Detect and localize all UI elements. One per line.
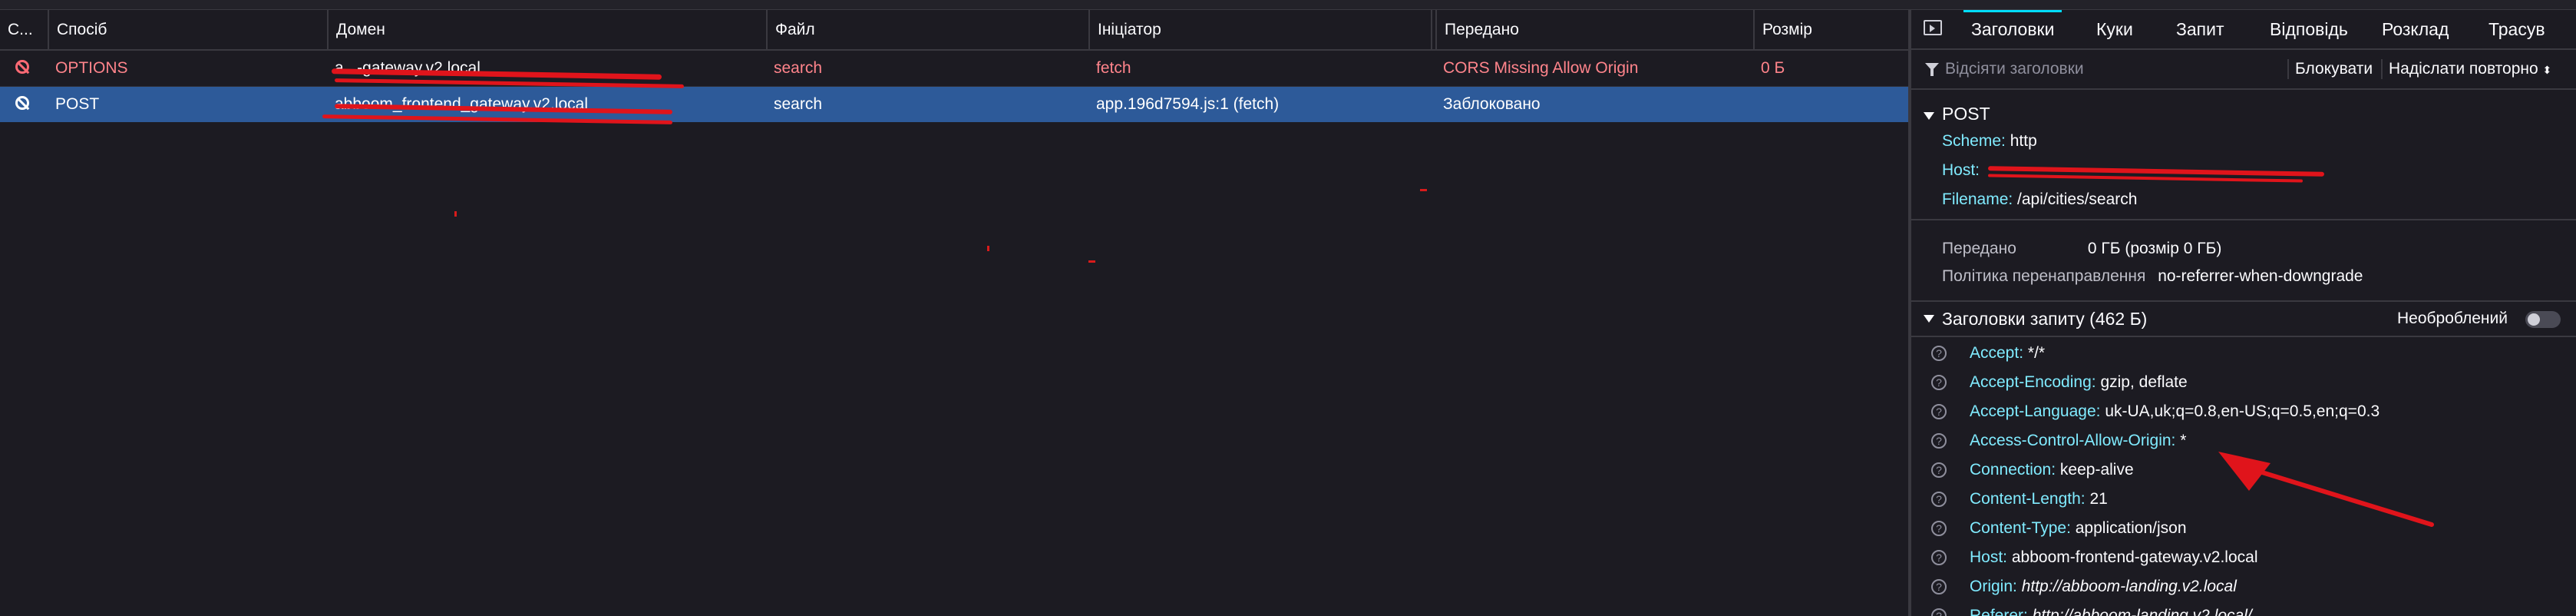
- request-headers-title: Заголовки запиту (462 Б): [1942, 309, 2148, 329]
- column-status[interactable]: С...: [0, 10, 48, 49]
- resend-button[interactable]: Надіслати повторно ⬍: [2389, 50, 2551, 89]
- help-icon[interactable]: ?: [1931, 375, 1947, 390]
- request-size: [1753, 87, 1908, 122]
- dropdown-arrows-icon: ⬍: [2542, 64, 2552, 76]
- tab-headers[interactable]: Заголовки: [1963, 10, 2062, 48]
- raw-toggle-label: Необроблений: [2397, 310, 2508, 327]
- summary-toggle[interactable]: POST: [1924, 101, 1990, 127]
- stray-mark: [987, 246, 989, 251]
- table-header: С... Спосіб Домен Файл Ініціатор Передан…: [0, 10, 1908, 51]
- request-method: OPTIONS: [55, 59, 128, 77]
- column-file[interactable]: Файл: [766, 10, 1088, 49]
- request-initiator[interactable]: fetch: [1088, 51, 1432, 86]
- column-size[interactable]: Розмір: [1753, 10, 1908, 49]
- divider: [2381, 59, 2383, 79]
- summary-scheme: Scheme: http: [1942, 132, 2037, 150]
- summary-method: POST: [1942, 104, 1990, 124]
- headers-filter-input[interactable]: Відсіяти заголовки: [1945, 50, 2084, 88]
- tab-stack-trace[interactable]: Трасув: [2488, 10, 2545, 48]
- request-details-panel: Заголовки Куки Запит Відповідь Розклад Т…: [1911, 10, 2576, 616]
- collapse-triangle-icon: [1924, 315, 1934, 323]
- request-file: search: [774, 59, 823, 77]
- blocked-icon: [15, 60, 29, 74]
- tab-response[interactable]: Відповідь: [2270, 10, 2348, 48]
- resend-button-label: Надіслати повторно: [2389, 60, 2538, 78]
- network-request-list: С... Спосіб Домен Файл Ініціатор Передан…: [0, 10, 1908, 616]
- request-initiator[interactable]: app.196d7594.js:1 (fetch): [1088, 87, 1432, 122]
- divider: [2287, 59, 2289, 79]
- column-transferred[interactable]: Передано: [1435, 10, 1753, 49]
- request-transferred: CORS Missing Allow Origin: [1443, 59, 1639, 77]
- headers-filter-bar: Відсіяти заголовки Блокувати Надіслати п…: [1911, 50, 2576, 90]
- summary-filename: Filename: /api/cities/search: [1942, 190, 2138, 208]
- help-icon[interactable]: ?: [1931, 550, 1947, 565]
- block-button[interactable]: Блокувати: [2295, 50, 2373, 88]
- help-icon[interactable]: ?: [1931, 579, 1947, 594]
- referrer-policy-row: Політика перенаправлення no-referrer-whe…: [1942, 267, 2363, 285]
- request-size: 0 Б: [1761, 59, 1785, 77]
- request-headers-header[interactable]: Заголовки запиту (462 Б) Необроблений: [1911, 302, 2576, 337]
- filter-icon-stem: [1930, 69, 1934, 76]
- toggle-sidebar-icon[interactable]: [1924, 20, 1942, 35]
- stray-mark: [1420, 189, 1427, 191]
- table-row[interactable]: OPTIONS a...-gateway.v2.local search fet…: [0, 51, 1908, 87]
- column-initiator[interactable]: Ініціатор: [1088, 10, 1432, 49]
- transferred-row: Передано 0 ГБ (розмір 0 ГБ): [1942, 240, 2222, 257]
- help-icon[interactable]: ?: [1931, 404, 1947, 419]
- help-icon[interactable]: ?: [1931, 462, 1947, 478]
- blocked-icon: [15, 96, 29, 110]
- top-toolbar-edge: [0, 0, 2576, 10]
- help-icon[interactable]: ?: [1931, 346, 1947, 361]
- tab-timings[interactable]: Розклад: [2382, 10, 2449, 48]
- details-tabbar: Заголовки Куки Запит Відповідь Розклад Т…: [1911, 10, 2576, 50]
- stray-mark: [1088, 260, 1095, 263]
- summary-host: Host:: [1942, 161, 1980, 179]
- request-headers-list: ? Accept: */* ? Accept-Encoding: gzip, def…: [1911, 339, 2576, 616]
- help-icon[interactable]: ?: [1931, 608, 1947, 616]
- collapse-triangle-icon: [1924, 112, 1934, 120]
- raw-toggle[interactable]: [2525, 311, 2561, 328]
- tab-cookies[interactable]: Куки: [2096, 10, 2133, 48]
- divider: [1911, 219, 2576, 220]
- help-icon[interactable]: ?: [1931, 492, 1947, 507]
- help-icon[interactable]: ?: [1931, 433, 1947, 449]
- tab-request[interactable]: Запит: [2176, 10, 2224, 48]
- column-method[interactable]: Спосіб: [48, 10, 327, 49]
- request-transferred: Заблоковано: [1443, 95, 1541, 113]
- help-icon[interactable]: ?: [1931, 521, 1947, 536]
- column-domain[interactable]: Домен: [327, 10, 766, 49]
- request-method: POST: [55, 95, 100, 113]
- table-row[interactable]: POST abboom_frontend_gateway.v2.local se…: [0, 87, 1908, 122]
- request-file: search: [774, 95, 823, 113]
- stray-mark: [454, 211, 457, 217]
